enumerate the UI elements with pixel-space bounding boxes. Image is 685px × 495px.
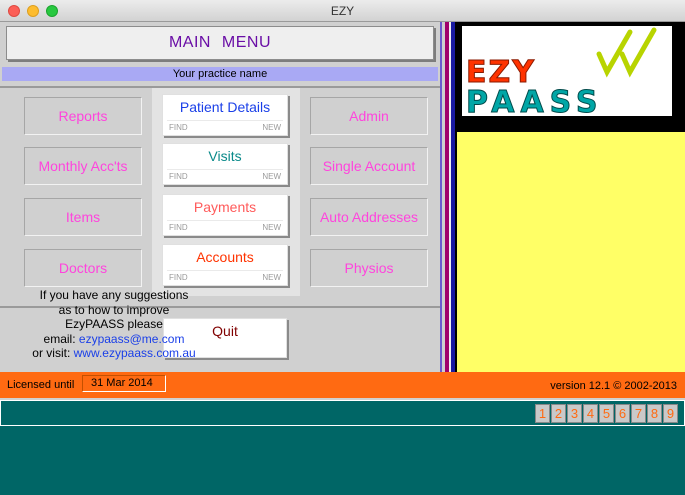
patient-find-link[interactable]: FIND (169, 123, 188, 132)
physios-button[interactable]: Physios (310, 249, 428, 287)
bottom-area (0, 426, 685, 495)
page-8-button[interactable]: 8 (647, 404, 662, 423)
payments-find-link[interactable]: FIND (169, 223, 188, 232)
page-1-button[interactable]: 1 (535, 404, 550, 423)
page-5-button[interactable]: 5 (599, 404, 614, 423)
page-number-buttons: 1 2 3 4 5 6 7 8 9 (534, 404, 678, 423)
title-bar: EZY (0, 0, 685, 22)
email-link[interactable]: ezypaass@me.com (79, 332, 185, 346)
main-menu-header: MAIN MENU (6, 26, 434, 60)
payments-new-link[interactable]: NEW (262, 223, 281, 232)
single-account-button[interactable]: Single Account (310, 147, 428, 185)
accounts-label: Accounts (196, 249, 254, 265)
logo-text-paass: PAASS (466, 85, 604, 116)
practice-name: Your practice name (2, 67, 438, 81)
accounts-new-link[interactable]: NEW (262, 273, 281, 282)
reports-button[interactable]: Reports (24, 97, 142, 135)
monthly-accts-button[interactable]: Monthly Acc'ts (24, 147, 142, 185)
suggestions-panel (457, 132, 685, 372)
patient-details-label: Patient Details (179, 99, 271, 115)
visits-find-link[interactable]: FIND (169, 172, 188, 181)
patient-new-link[interactable]: NEW (262, 123, 281, 132)
page-2-button[interactable]: 2 (551, 404, 566, 423)
admin-button[interactable]: Admin (310, 97, 428, 135)
page-6-button[interactable]: 6 (615, 404, 630, 423)
accounts-find-link[interactable]: FIND (169, 273, 188, 282)
page-3-button[interactable]: 3 (567, 404, 582, 423)
accounts-button[interactable]: Accounts FIND NEW (162, 244, 288, 286)
page-4-button[interactable]: 4 (583, 404, 598, 423)
page-7-button[interactable]: 7 (631, 404, 646, 423)
window-title: EZY (330, 4, 355, 18)
suggestions-text: If you have any suggestions as to how to… (32, 288, 196, 360)
main-window: MAIN MENU Your practice name Reports Mon… (0, 22, 685, 495)
patient-details-button[interactable]: Patient Details FIND NEW (162, 94, 288, 136)
main-menu-title: MAIN MENU (168, 34, 272, 51)
page-bar: 1 2 3 4 5 6 7 8 9 (0, 400, 685, 426)
logo-area: EZY PAASS (457, 22, 685, 132)
doctors-button[interactable]: Doctors (24, 249, 142, 287)
license-date: 31 Mar 2014 (82, 375, 166, 392)
version-text: version 12.1 © 2002-2013 (550, 380, 677, 392)
visits-button[interactable]: Visits FIND NEW (162, 143, 288, 185)
items-button[interactable]: Items (24, 198, 142, 236)
license-label: Licensed until (7, 379, 75, 391)
ezypaass-logo: EZY PAASS (462, 26, 672, 121)
license-bar: Licensed until 31 Mar 2014 version 12.1 … (0, 372, 685, 398)
website-link[interactable]: www.ezypaass.com.au (74, 346, 196, 360)
center-panel: Patient Details FIND NEW Visits FIND NEW… (152, 88, 300, 296)
auto-addresses-button[interactable]: Auto Addresses (310, 198, 428, 236)
visits-label: Visits (208, 148, 242, 164)
visits-new-link[interactable]: NEW (262, 172, 281, 181)
payments-button[interactable]: Payments FIND NEW (162, 194, 288, 236)
payments-label: Payments (193, 199, 257, 215)
page-9-button[interactable]: 9 (663, 404, 678, 423)
